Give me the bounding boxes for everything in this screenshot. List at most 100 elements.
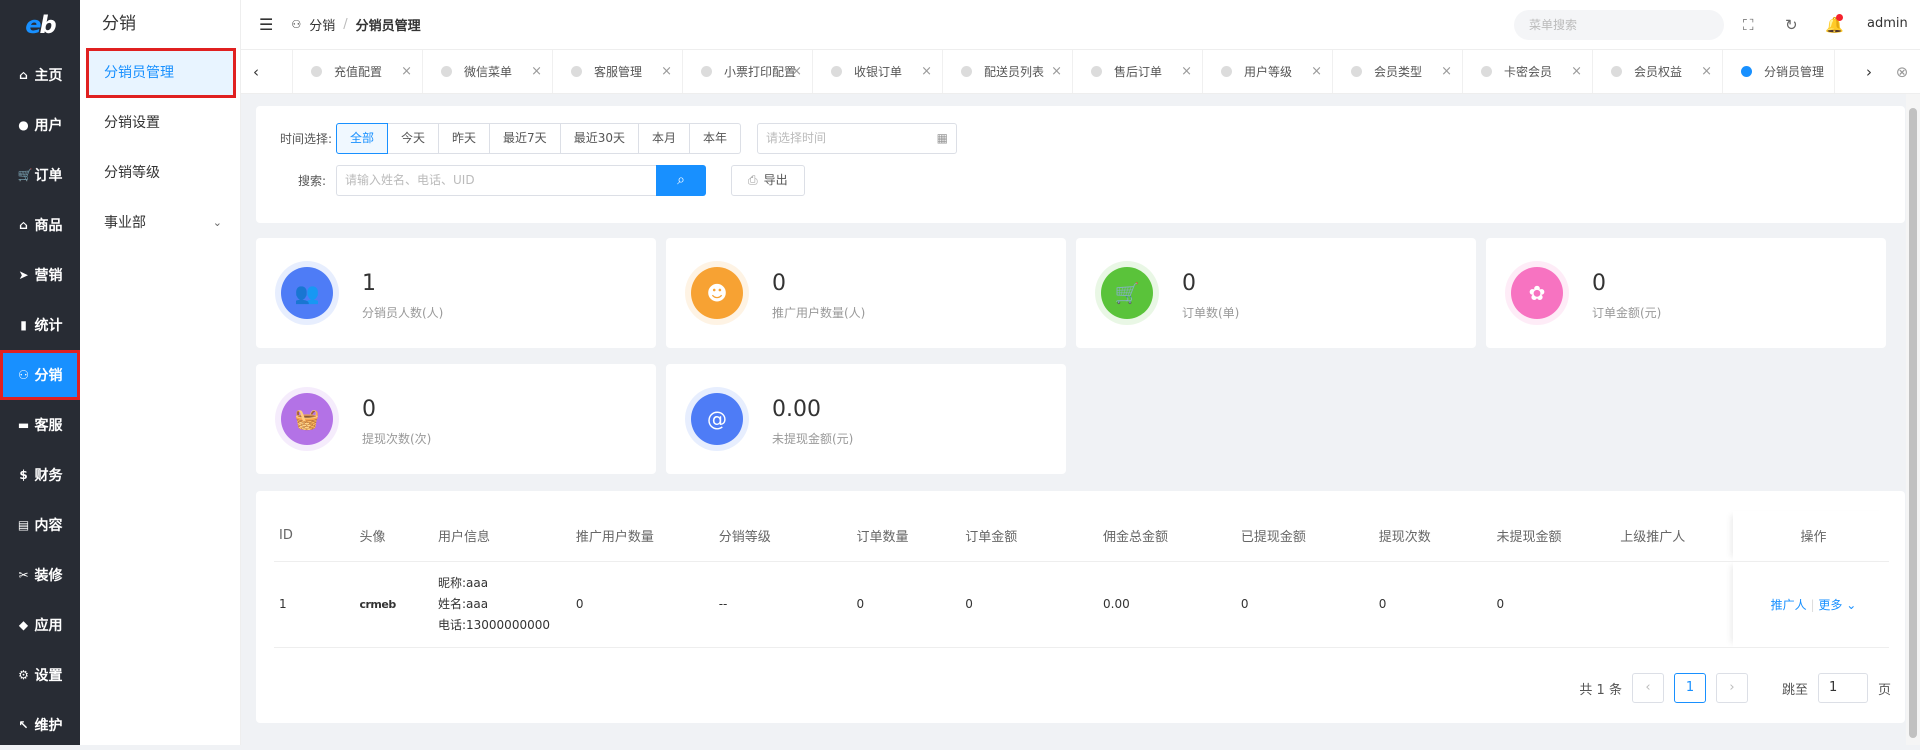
close-icon[interactable]: × (1311, 64, 1322, 79)
tab-item[interactable]: 用户等级 × (1203, 50, 1333, 93)
more-link[interactable]: 更多 (1818, 598, 1842, 612)
close-icon[interactable]: × (661, 64, 672, 79)
rail-item-stats[interactable]: ▮ 统计 (0, 300, 80, 350)
tab-item[interactable]: 收银订单 × (813, 50, 943, 93)
table-header-cell: 订单金额 (960, 511, 1099, 562)
rail-item-maintenance[interactable]: ↖ 维护 (0, 700, 80, 750)
menu-search-input[interactable]: 菜单搜索 (1514, 10, 1724, 40)
rail-item-decoration[interactable]: ✂ 装修 (0, 550, 80, 600)
search-input[interactable]: 请输入姓名、电话、UID (336, 165, 656, 196)
rail-item-label: 财务 (34, 468, 63, 484)
stat-label: 订单金额(元) (1592, 306, 1662, 320)
close-icon[interactable]: × (1051, 64, 1062, 79)
rail-item-service[interactable]: ▬ 客服 (0, 400, 80, 450)
next-page-button[interactable]: › (1715, 673, 1748, 703)
rail-item-label: 维护 (34, 718, 63, 734)
close-icon[interactable]: × (921, 64, 932, 79)
page-number-button[interactable]: 1 (1673, 673, 1706, 703)
submenu-item-distribution-settings[interactable]: 分销设置 (80, 98, 240, 148)
close-icon[interactable]: × (1701, 64, 1712, 79)
date-range-input[interactable]: 请选择时间 ▦ (757, 123, 957, 154)
promoter-link[interactable]: 推广人 (1771, 598, 1807, 612)
search-button[interactable]: ⌕ (656, 165, 706, 196)
close-all-tabs-icon[interactable]: ⊗ (1884, 63, 1920, 81)
rail-item-product[interactable]: ⌂ 商品 (0, 200, 80, 250)
close-icon[interactable]: × (1571, 64, 1582, 79)
close-icon[interactable]: × (791, 64, 802, 79)
rail-item-finance[interactable]: $ 财务 (0, 450, 80, 500)
tab-scroll-right-icon[interactable]: › (1854, 63, 1884, 81)
rail-item-user[interactable]: ● 用户 (0, 100, 80, 150)
chevron-down-icon: ⌄ (212, 216, 222, 229)
rail-item-content[interactable]: ▤ 内容 (0, 500, 80, 550)
close-icon[interactable]: × (1181, 64, 1192, 79)
refresh-icon[interactable]: ↻ (1785, 16, 1798, 34)
tab-item[interactable]: 充值配置 × (293, 50, 423, 93)
tab-item[interactable]: 会员类型 × (1333, 50, 1463, 93)
time-option-button[interactable]: 全部 (336, 123, 389, 154)
submenu-item-division[interactable]: 事业部 ⌄ (80, 198, 240, 248)
cell-actions: 推广人 | 更多 ⌄ (1732, 561, 1889, 648)
tab-item[interactable]: 小票打印配置 × (683, 50, 813, 93)
close-icon[interactable]: × (531, 64, 542, 79)
app-logo[interactable]: eb (0, 0, 80, 50)
tab-item[interactable]: 卡密会员 × (1463, 50, 1593, 93)
rail-item-order[interactable]: 🛒 订单 (0, 150, 80, 200)
export-button[interactable]: ⎙ 导出 (731, 165, 805, 196)
submenu-item-distribution-levels[interactable]: 分销等级 (80, 148, 240, 198)
menu-fold-icon[interactable]: ☰ (259, 15, 273, 34)
time-option-button[interactable]: 最近30天 (560, 123, 639, 154)
tab-item[interactable]: 分销员管理 (1723, 50, 1835, 93)
rail-item-label: 设置 (34, 668, 63, 684)
page-scrollbar[interactable] (1906, 94, 1920, 745)
breadcrumb-root[interactable]: 分销 (309, 15, 335, 34)
submenu-item-distributor-management[interactable]: 分销员管理 (86, 48, 236, 98)
tab-status-dot (961, 66, 972, 77)
scrollbar-thumb[interactable] (1909, 108, 1917, 738)
cell-withdraw-count: 0 (1373, 561, 1492, 648)
jump-page-input[interactable]: 1 (1817, 673, 1868, 703)
time-option-button[interactable]: 今天 (388, 123, 440, 154)
time-option-button[interactable]: 本月 (638, 123, 690, 154)
stat-card: 👥 1 分销员人数(人) (256, 238, 656, 348)
stat-value: 0 (1182, 271, 1196, 296)
stat-label: 推广用户数量(人) (772, 306, 866, 320)
tab-item[interactable]: 售后订单 × (1073, 50, 1203, 93)
rail-item-distribution[interactable]: ⚇ 分销 (0, 350, 80, 400)
close-icon[interactable]: × (1441, 64, 1452, 79)
table-row: 1 crmeb 昵称:aaa 姓名:aaa 电话:13000000000 0 -- 0 0 0.0… (274, 561, 1889, 648)
submenu-title: 分销 (102, 14, 136, 34)
user-info-phone: 电话:13000000000 (437, 617, 550, 632)
tab-label: 会员类型 (1374, 65, 1423, 79)
tab-item[interactable]: 客服管理 × (553, 50, 683, 93)
tab-item[interactable]: 会员权益 × (1593, 50, 1723, 93)
stat-icon: 🧺 (281, 393, 333, 445)
stat-card: 🛒 0 订单数(单) (1076, 238, 1476, 348)
rail-item-settings[interactable]: ⚙ 设置 (0, 650, 80, 700)
time-option-button[interactable]: 本年 (689, 123, 741, 154)
stat-card: ☻ 0 推广用户数量(人) (666, 238, 1066, 348)
avatar[interactable]: crmeb (359, 598, 396, 611)
stat-label: 订单数(单) (1182, 306, 1240, 320)
rail-item-marketing[interactable]: ➤ 营销 (0, 250, 80, 300)
stat-icon: 👥 (281, 267, 333, 319)
close-icon[interactable]: × (401, 64, 412, 79)
tab-partial (271, 50, 293, 93)
tab-scroll-left-icon[interactable]: ‹ (241, 63, 271, 81)
settings-icon: ⚙ (18, 668, 29, 682)
prev-page-button[interactable]: ‹ (1631, 673, 1664, 703)
tab-item[interactable]: 微信菜单 × (423, 50, 553, 93)
cell-avatar: crmeb (354, 561, 433, 648)
submenu-item-division-label: 事业部 (104, 215, 146, 231)
chevron-down-icon[interactable]: ⌄ (1842, 598, 1856, 612)
time-label: 时间选择: (280, 132, 333, 146)
time-option-button[interactable]: 最近7天 (490, 123, 561, 154)
rail-item-apps[interactable]: ◆ 应用 (0, 600, 80, 650)
rail-item-label: 应用 (34, 618, 63, 634)
time-option-button[interactable]: 昨天 (439, 123, 491, 154)
user-name[interactable]: admin (1867, 16, 1908, 31)
cell-order-amount: 0 (960, 561, 1099, 648)
fullscreen-icon[interactable]: ⛶ (1743, 16, 1754, 34)
tab-item[interactable]: 配送员列表 × (943, 50, 1073, 93)
rail-item-home[interactable]: ⌂ 主页 (0, 50, 80, 100)
